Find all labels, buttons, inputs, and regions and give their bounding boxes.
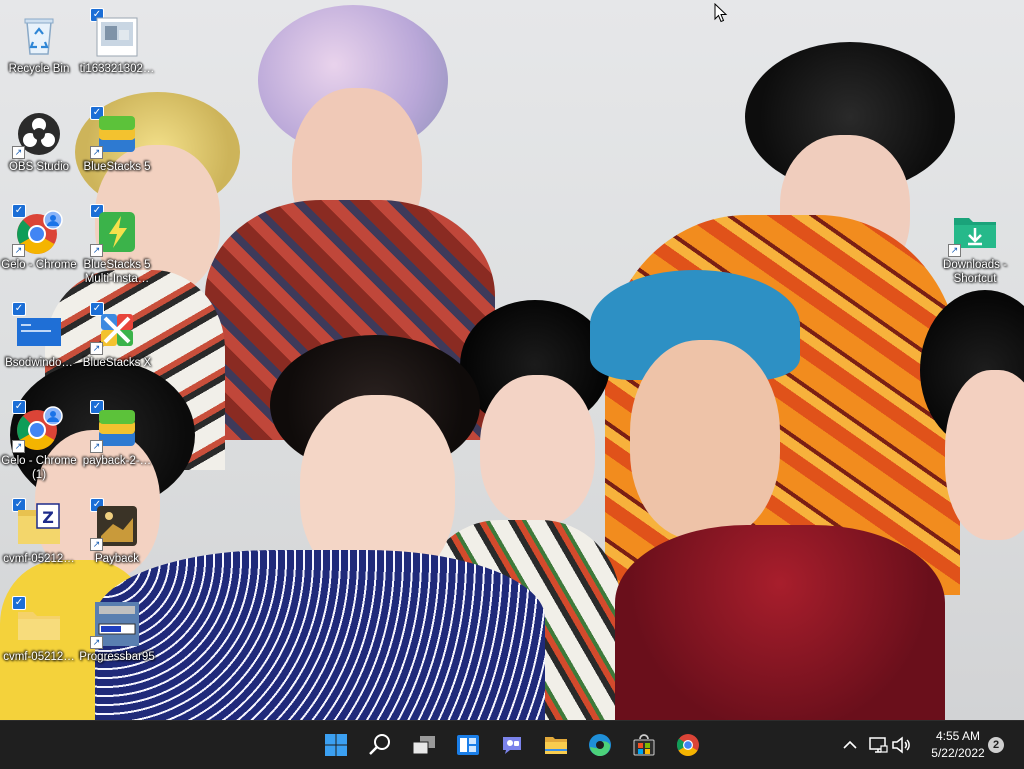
desktop-icon-label: Gelo - Chrome (1) [1,455,77,481]
desktop-icon-label: Recycle Bin [8,63,70,75]
file-explorer-button[interactable] [538,727,574,763]
taskbar: 4:55 AM 5/22/2022 2 [0,720,1024,769]
desktop-icon-label: Payback [94,553,140,565]
desktop-icon-cvmf-folder[interactable]: ✓ cvmf-05212… [0,594,78,684]
desktop-icon-label: cvmf-05212… [3,553,75,565]
desktop-icon-label: Gelo - Chrome [1,259,77,271]
desktop-icon-obs-studio[interactable]: ↗ OBS Studio [0,104,78,194]
desktop-icon-progressbar95[interactable]: ↗ Progressbar95 [78,594,156,684]
shortcut-arrow-icon: ↗ [90,342,103,355]
start-icon [325,734,347,756]
desktop-icon-label: OBS Studio [8,161,70,173]
shortcut-arrow-icon: ↗ [948,244,961,257]
chrome-icon [676,734,699,756]
recycle-bin-icon [15,12,63,60]
bsod-window-icon [15,306,63,354]
task-view-button[interactable] [406,727,442,763]
desktop-icon-gelo-chrome-1[interactable]: ✓ ↗ Gelo - Chrome (1) [0,398,78,488]
compressed-folder-icon: Z [15,502,63,550]
desktop-icon-bluestacks-x[interactable]: ✓ ↗ BlueStacks X [78,300,156,390]
shortcut-arrow-icon: ↗ [12,244,25,257]
desktop-icon-ti-image[interactable]: ✓ ti163321302… [78,6,156,96]
chevron-up-icon [843,740,857,749]
chrome-button[interactable] [670,727,706,763]
volume-icon [892,736,910,754]
network-button[interactable] [866,733,890,757]
store-button[interactable] [626,727,662,763]
shortcut-arrow-icon: ↗ [12,146,25,159]
desktop-icon-label: Downloads - Shortcut [943,259,1007,285]
shortcut-arrow-icon: ↗ [90,146,103,159]
shortcut-arrow-icon: ↗ [90,538,103,551]
widgets-button[interactable] [450,727,486,763]
edge-button[interactable] [582,727,618,763]
volume-button[interactable] [890,733,914,757]
notification-count-badge: 2 [988,737,1004,753]
desktop-icon-payback-2[interactable]: ✓ ↗ payback-2-… [78,398,156,488]
widgets-icon [457,735,479,755]
desktop-icon-gelo-chrome[interactable]: ✓ ↗ Gelo - Chrome [0,202,78,292]
desktop-icon-label: Progressbar95 [79,651,155,663]
search-button[interactable] [362,727,398,763]
folder-icon [15,600,63,648]
desktop-icon-downloads-shortcut[interactable]: ↗ Downloads - Shortcut [936,202,1014,292]
chat-button[interactable] [494,727,530,763]
desktop-icon-label: payback-2-… [82,455,152,467]
shortcut-arrow-icon: ↗ [90,440,103,453]
start-button[interactable] [318,727,354,763]
file-explorer-icon [545,737,567,754]
edge-icon [589,734,611,757]
desktop-icon-label: ti163321302… [79,63,155,75]
task-view-icon [412,736,435,755]
svg-text:Z: Z [42,508,54,527]
network-icon [869,737,888,753]
search-icon [369,734,390,755]
desktop-icon-bsodwindows[interactable]: ✓ Bsodwindo… [0,300,78,390]
store-icon [633,734,655,756]
image-file-icon [93,12,141,60]
desktop-icon-payback[interactable]: ✓ ↗ Payback [78,496,156,586]
desktop-icon-label: Bsodwindo… [5,357,73,369]
shortcut-arrow-icon: ↗ [12,440,25,453]
desktop-icon-label: BlueStacks X [82,357,152,369]
shortcut-arrow-icon: ↗ [90,244,103,257]
show-hidden-icons-button[interactable] [838,733,862,757]
desktop-icon-label: BlueStacks 5 [83,161,151,173]
desktop-icon-cvmf-zip[interactable]: ✓ Z cvmf-05212… [0,496,78,586]
desktop-icon-label: cvmf-05212… [3,651,75,663]
mouse-cursor-icon [714,2,728,28]
desktop-icon-bluestacks-multi[interactable]: ✓ ↗ BlueStacks 5 Multi-Insta… [78,202,156,292]
chat-icon [503,737,521,754]
desktop-icon-label: BlueStacks 5 Multi-Insta… [83,259,151,285]
shortcut-arrow-icon: ↗ [90,636,103,649]
desktop-icon-bluestacks-5[interactable]: ✓ ↗ BlueStacks 5 [78,104,156,194]
notification-center-button[interactable]: 2 [986,735,1006,755]
desktop-icon-recycle-bin[interactable]: Recycle Bin [0,6,78,96]
